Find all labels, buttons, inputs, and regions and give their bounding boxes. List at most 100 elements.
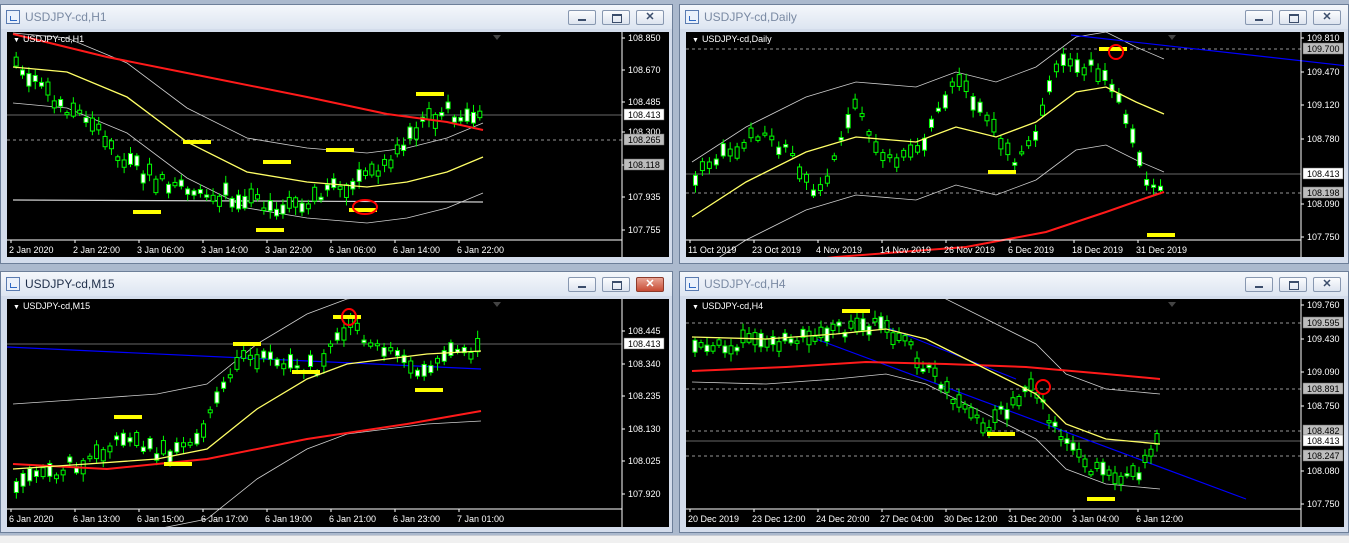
- candle-body: [321, 353, 327, 367]
- chart-window-h1[interactable]: USDJPY-cd,H1 ✕ 108.850 108.670 108.485 108.…: [0, 4, 673, 264]
- candle-body: [247, 354, 253, 360]
- candle-body: [100, 449, 106, 462]
- window-titlebar[interactable]: USDJPY-cd,Daily ✕: [680, 5, 1348, 29]
- candle-body: [1052, 421, 1058, 428]
- candle-body: [783, 144, 789, 148]
- window-titlebar[interactable]: USDJPY-cd,H4 ✕: [680, 272, 1348, 296]
- chart-symbol-label[interactable]: ▼ USDJPY-cd,M15: [13, 301, 90, 311]
- candle-body: [859, 113, 865, 118]
- minimize-button[interactable]: [1245, 277, 1273, 292]
- chart-window-m15[interactable]: USDJPY-cd,M15 ✕ 108.445 108.340 108.235 108…: [0, 271, 673, 533]
- candle-body: [401, 144, 407, 152]
- candle-body: [20, 69, 26, 76]
- minimize-icon: [578, 286, 586, 288]
- chart-symbol-label[interactable]: ▼ USDJPY-cd,H1: [13, 34, 84, 44]
- chart-area[interactable]: 109.810 109.470 109.120 108.780 108.090 107.7…: [686, 32, 1344, 257]
- candle-body: [67, 456, 73, 463]
- candle-body: [180, 442, 186, 448]
- maximize-button[interactable]: [1279, 277, 1307, 292]
- close-button[interactable]: ✕: [1313, 10, 1341, 25]
- minimize-button[interactable]: [1245, 10, 1273, 25]
- time-axis-label: 20 Dec 2019: [688, 514, 739, 524]
- candle-body: [755, 136, 761, 141]
- candle-body: [261, 350, 267, 359]
- highlight-marker: [326, 148, 354, 152]
- candle-body: [223, 182, 229, 196]
- maximize-button[interactable]: [602, 277, 630, 292]
- candle-body: [887, 154, 893, 159]
- candle-body: [305, 203, 311, 210]
- chart-area[interactable]: 108.850108.670108.485108.300108.118107.9…: [7, 32, 669, 257]
- candle-body: [388, 159, 394, 169]
- candle-body: [991, 118, 997, 133]
- price-axis-label: 108.780: [1307, 134, 1340, 144]
- candle-body: [255, 194, 261, 200]
- highlight-marker: [1087, 497, 1115, 501]
- candle-body: [1060, 53, 1066, 66]
- candle-body: [299, 202, 305, 213]
- candle-body: [1064, 438, 1070, 444]
- window-title: USDJPY-cd,M15: [25, 277, 115, 291]
- maximize-icon: [1289, 14, 1299, 23]
- candle-body: [331, 178, 337, 189]
- highlight-circle: [1035, 379, 1051, 395]
- candle-body: [127, 437, 133, 443]
- maximize-button[interactable]: [602, 10, 630, 25]
- candle-body: [970, 96, 976, 111]
- chart-area[interactable]: 109.760 109.430 109.090 108.750 108.080 107.7…: [686, 299, 1344, 527]
- chart-area[interactable]: 108.445 108.340 108.235 108.130 108.025 107.9…: [7, 299, 669, 527]
- candle-body: [1095, 68, 1101, 82]
- maximize-button[interactable]: [1279, 10, 1307, 25]
- close-button[interactable]: ✕: [636, 10, 664, 25]
- candle-body: [1144, 179, 1150, 186]
- candle-body: [720, 143, 726, 157]
- candle-body: [878, 316, 884, 330]
- window-titlebar[interactable]: USDJPY-cd,H1 ✕: [1, 5, 672, 29]
- candle-body: [26, 73, 32, 87]
- candle-body: [1046, 80, 1052, 93]
- candle-body: [207, 409, 213, 414]
- close-button[interactable]: ✕: [1313, 277, 1341, 292]
- chart-window-icon: [685, 277, 699, 291]
- time-axis-label: 31 Dec 2019: [1136, 245, 1187, 255]
- candle-body: [866, 130, 872, 136]
- candle-body: [776, 146, 782, 156]
- candle-body: [748, 127, 754, 139]
- candle-body: [274, 208, 280, 217]
- candle-body: [920, 368, 926, 373]
- candle-body: [39, 81, 45, 87]
- candle-body: [445, 101, 451, 110]
- candle-body: [1102, 69, 1108, 81]
- slow-ma-line: [691, 360, 1161, 380]
- chart-window-daily[interactable]: USDJPY-cd,Daily ✕ 109.810 109.470 109.120 1…: [679, 4, 1349, 264]
- candle-body: [293, 197, 299, 208]
- candle-body: [448, 342, 454, 356]
- maximize-icon: [612, 14, 622, 23]
- chart-symbol-label[interactable]: ▼ USDJPY-cd,H4: [692, 301, 763, 311]
- minimize-button[interactable]: [568, 277, 596, 292]
- candle-body: [328, 343, 334, 347]
- candle-body: [194, 432, 200, 445]
- time-axis-label: 6 Jan 19:00: [265, 514, 312, 524]
- minimize-button[interactable]: [568, 10, 596, 25]
- candle-body: [848, 320, 854, 329]
- highlight-marker: [987, 432, 1015, 436]
- candle-body: [382, 158, 388, 166]
- candle-body: [836, 321, 842, 327]
- candle-body: [1040, 104, 1046, 116]
- price-axis-label: 107.935: [628, 192, 661, 202]
- candle-body: [248, 188, 254, 204]
- candle-body: [187, 441, 193, 446]
- chart-symbol-label[interactable]: ▼ USDJPY-cd,Daily: [692, 34, 772, 44]
- candle-body: [699, 161, 705, 172]
- candle-body: [280, 204, 286, 215]
- chart-window-h4[interactable]: USDJPY-cd,H4 ✕ 109.760 109.430 109.090 108.…: [679, 271, 1349, 533]
- candle-body: [1033, 131, 1039, 141]
- time-axis-label: 3 Jan 22:00: [265, 245, 312, 255]
- candle-body: [83, 117, 89, 123]
- candle-body: [1136, 472, 1142, 481]
- time-axis-label: 6 Jan 13:00: [73, 514, 120, 524]
- price-axis-label: 108.485: [628, 97, 661, 107]
- close-button[interactable]: ✕: [636, 277, 664, 292]
- window-titlebar[interactable]: USDJPY-cd,M15 ✕: [1, 272, 672, 296]
